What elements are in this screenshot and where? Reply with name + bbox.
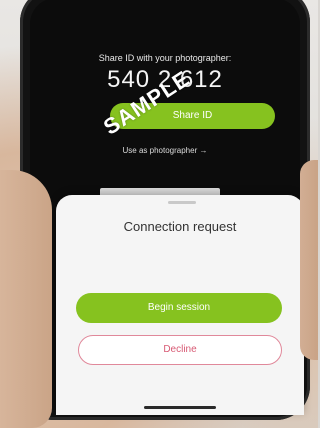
sheet-title: Connection request <box>123 219 237 234</box>
connection-request-sheet: Connection request Begin session Decline <box>56 195 304 415</box>
sheet-drag-handle[interactable] <box>168 201 196 204</box>
left-hand <box>0 170 52 428</box>
right-hand <box>300 160 318 360</box>
use-as-photographer-link[interactable]: Use as photographer → <box>30 146 300 155</box>
share-id-caption: Share ID with your photographer: <box>98 53 232 63</box>
home-indicator <box>144 406 216 409</box>
decline-button[interactable]: Decline <box>78 335 282 365</box>
begin-session-button[interactable]: Begin session <box>76 293 282 323</box>
